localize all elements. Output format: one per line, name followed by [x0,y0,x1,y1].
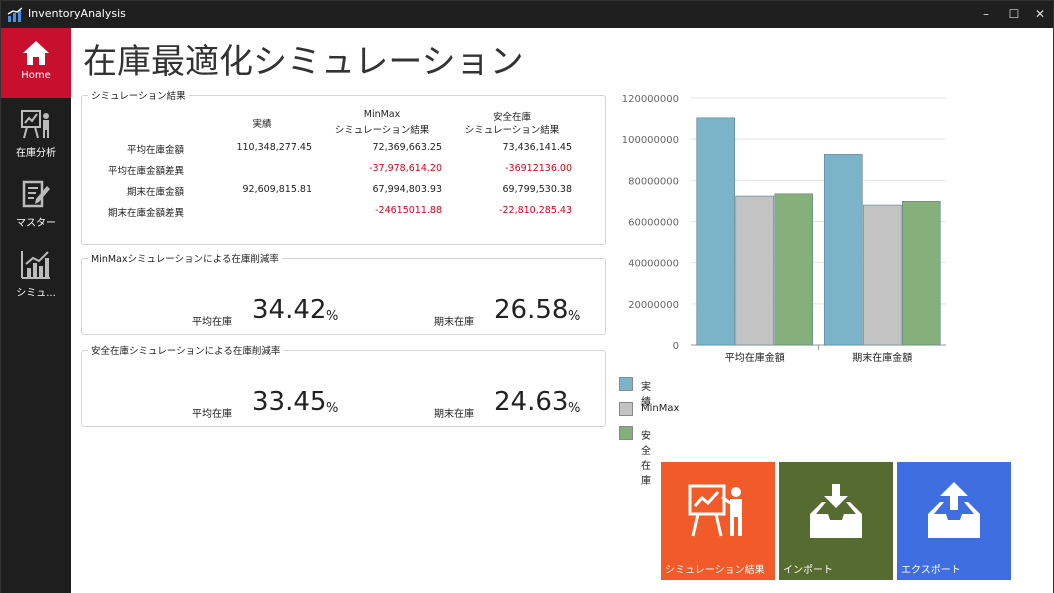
cell-minmax: 67,994,803.93 [372,184,442,195]
legend-label: MinMax [641,403,680,414]
window-title: InventoryAnalysis [28,7,126,20]
end-inventory-value: 26.58 [494,295,569,325]
row-label: 期末在庫金額 [126,187,184,198]
cell-safety: -36912136.00 [505,163,572,174]
sidebar-item-label: マスター [16,218,56,229]
app-window: InventoryAnalysis – ☐ ✕ Home 在庫分析 マスター シ… [0,0,1054,593]
minimize-button[interactable]: – [973,5,999,23]
group-title: MinMaxシミュレーションによる在庫削減率 [88,251,282,265]
y-tick-label: 0 [673,341,679,352]
end-inventory-label: 期末在庫 [434,317,474,328]
import-icon [810,484,862,538]
inventory-bar-chart: 0 20000000 40000000 60000000 80000000 1000000… [622,94,946,364]
legend-label: 安全在庫 [641,431,651,487]
y-tick-label: 100000000 [622,135,679,146]
bar-0-2 [774,193,814,346]
sidebar-item-simulation[interactable]: シミュ... [1,238,71,308]
avg-inventory-label: 平均在庫 [192,317,232,328]
presentation-icon [21,110,49,139]
bar-chart-icon [21,251,50,279]
bar-0-1 [735,195,775,346]
percent-unit: % [326,309,339,324]
row-label: 平均在庫金額 [126,145,184,156]
cell-minmax: -37,978,614.20 [369,163,442,174]
legend-swatch [619,377,633,391]
main-content: 在庫最適化シミュレーション シミュレーション結果 実績 MinMax シミュレー… [71,28,1053,593]
column-header-minmax-line1: MinMax [363,109,401,120]
cell-safety: -22,810,285.43 [499,205,572,216]
cell-safety: 73,436,141.45 [502,142,572,153]
cell-actual: 110,348,277.45 [236,142,312,153]
bar-1-2 [901,201,941,346]
percent-unit: % [568,401,581,416]
avg-inventory-value: 34.42 [252,295,327,325]
sidebar-item-home[interactable]: Home [1,28,71,98]
row-label: 平均在庫金額差異 [107,166,184,177]
bar-0-0 [696,117,736,346]
x-tick-label: 期末在庫金額 [852,351,912,364]
group-title: シミュレーション結果 [88,88,189,102]
end-inventory-label: 期末在庫 [434,409,474,420]
export-tile[interactable]: エクスポート [897,462,1011,580]
sidebar-item-label: シミュ... [16,288,56,299]
cell-minmax: 72,369,663.25 [372,142,442,153]
minmax-reduction-group: MinMaxシミュレーションによる在庫削減率 平均在庫 34.42 % 期末在庫… [81,251,606,335]
avg-inventory-value: 33.45 [252,387,327,417]
title-bar[interactable]: InventoryAnalysis – ☐ ✕ [1,1,1053,28]
y-tick-label: 80000000 [628,176,679,187]
column-header-safety-line1: 安全在庫 [492,112,531,123]
page-title: 在庫最適化シミュレーション [83,42,524,82]
tile-label: シミュレーション結果 [665,565,765,576]
simulation-results-group: シミュレーション結果 実績 MinMax シミュレーション結果 安全在庫 シミュ… [81,88,606,245]
cell-minmax: -24615011.88 [375,205,442,216]
column-header-minmax-line2: シミュレーション結果 [334,125,430,136]
edit-document-icon [22,180,50,208]
app-logo-icon [7,7,23,22]
import-tile[interactable]: インポート [779,462,893,580]
home-icon [23,41,49,65]
sidebar: Home 在庫分析 マスター シミュ... [1,28,71,593]
tile-label: エクスポート [901,565,961,576]
legend-swatch [619,402,633,416]
column-header-actual: 実績 [252,119,272,130]
y-tick-label: 20000000 [628,300,679,311]
sidebar-item-label: 在庫分析 [16,148,56,159]
sidebar-item-label: Home [21,70,51,81]
bar-1-0 [823,154,863,346]
tile-label: インポート [783,565,833,576]
avg-inventory-label: 平均在庫 [192,409,232,420]
row-label: 期末在庫金額差異 [107,208,184,219]
sidebar-item-master[interactable]: マスター [1,168,71,238]
y-tick-label: 60000000 [628,218,679,229]
end-inventory-value: 24.63 [494,387,569,417]
column-header-safety-line2: シミュレーション結果 [464,125,560,136]
legend-swatch [619,426,633,440]
bar-1-1 [862,204,902,346]
close-button[interactable]: ✕ [1027,5,1053,23]
safety-reduction-group: 安全在庫シミュレーションによる在庫削減率 平均在庫 33.45 % 期末在庫 2… [81,343,606,427]
cell-actual: 92,609,815.81 [242,184,312,195]
maximize-button[interactable]: ☐ [1001,5,1027,23]
y-tick-label: 120000000 [622,94,679,105]
cell-safety: 69,799,530.38 [502,184,572,195]
group-title: 安全在庫シミュレーションによる在庫削減率 [88,343,284,357]
simulation-result-tile[interactable]: シミュレーション結果 [661,462,775,580]
export-icon [928,482,980,538]
y-tick-label: 40000000 [628,259,679,270]
percent-unit: % [568,309,581,324]
percent-unit: % [326,401,339,416]
presentation-icon [688,484,742,537]
x-tick-label: 平均在庫金額 [725,351,785,364]
sidebar-item-analysis[interactable]: 在庫分析 [1,98,71,168]
